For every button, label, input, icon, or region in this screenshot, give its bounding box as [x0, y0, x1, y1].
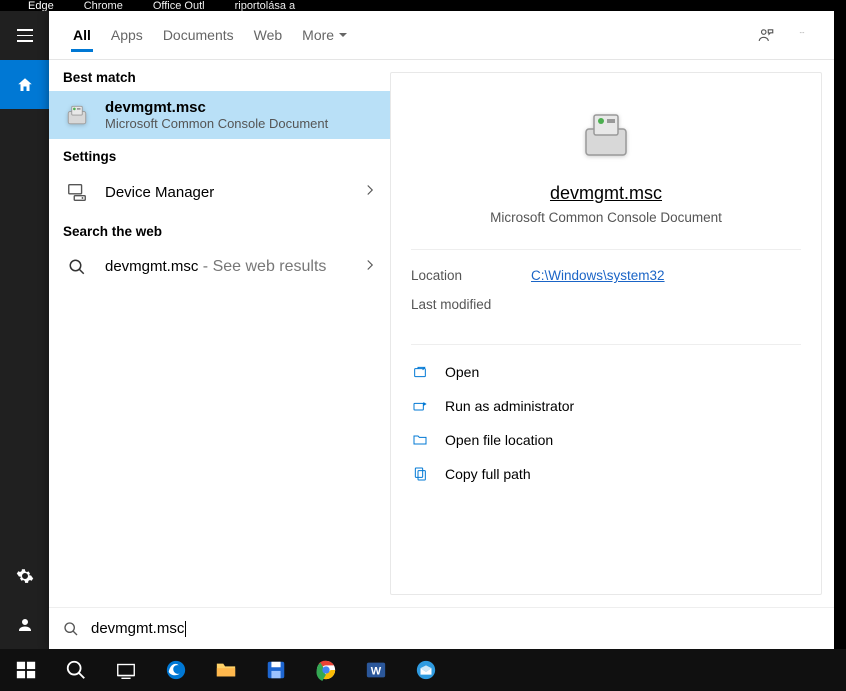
results-list: Best match devmgmt.msc Microsoft Common … [49, 60, 390, 607]
search-icon [65, 659, 87, 681]
tab-web[interactable]: Web [244, 11, 293, 60]
action-runas-label: Run as administrator [445, 398, 574, 414]
shield-icon [411, 397, 429, 415]
detail-metadata: Location C:\Windows\system32 Last modifi… [411, 250, 801, 345]
chevron-right-icon [366, 258, 376, 276]
detail-subtitle: Microsoft Common Console Document [490, 210, 722, 225]
best-match-result[interactable]: devmgmt.msc Microsoft Common Console Doc… [49, 91, 390, 139]
thunderbird-icon [415, 659, 437, 681]
taskbar-app-save[interactable] [254, 649, 298, 691]
person-feedback-icon [757, 26, 775, 44]
open-icon [411, 363, 429, 381]
msc-file-icon [63, 101, 91, 129]
action-open-label: Open [445, 364, 479, 380]
tab-apps[interactable]: Apps [101, 11, 153, 60]
action-open-file-location[interactable]: Open file location [411, 423, 801, 457]
gear-icon [16, 567, 34, 585]
tab-all[interactable]: All [63, 11, 101, 60]
action-openloc-label: Open file location [445, 432, 553, 448]
meta-location-label: Location [411, 268, 501, 283]
sidebar-user-button[interactable] [0, 600, 49, 649]
action-copy-full-path[interactable]: Copy full path [411, 457, 801, 491]
filter-tabs-bar: All Apps Documents Web More [49, 11, 834, 60]
best-match-title: devmgmt.msc [105, 99, 376, 116]
sidebar-settings-button[interactable] [0, 551, 49, 600]
detail-pane: devmgmt.msc Microsoft Common Console Doc… [390, 72, 822, 595]
action-run-as-admin[interactable]: Run as administrator [411, 389, 801, 423]
search-results-panel: All Apps Documents Web More Best match d… [49, 11, 834, 649]
taskbar-app-chrome[interactable] [304, 649, 348, 691]
folder-icon [215, 659, 237, 681]
taskbar-app-word[interactable]: W [354, 649, 398, 691]
search-input[interactable]: devmgmt.msc [91, 620, 820, 637]
folder-icon [411, 431, 429, 449]
ellipsis-icon [793, 32, 811, 38]
taskbar-app-explorer[interactable] [204, 649, 248, 691]
options-button[interactable] [784, 32, 820, 38]
search-box[interactable]: devmgmt.msc [49, 607, 834, 649]
windows-icon [15, 659, 37, 681]
home-icon [16, 76, 34, 94]
feedback-button[interactable] [748, 26, 784, 44]
hamburger-icon [17, 29, 33, 42]
section-search-web: Search the web [49, 214, 390, 245]
search-icon [63, 621, 79, 637]
chevron-down-icon [338, 30, 348, 40]
taskbar-app-edge[interactable] [154, 649, 198, 691]
action-open[interactable]: Open [411, 355, 801, 389]
taskbar-app-thunderbird[interactable] [404, 649, 448, 691]
detail-actions: Open Run as administrator Open file loca… [411, 345, 801, 491]
tab-more[interactable]: More [292, 11, 358, 60]
start-button[interactable] [4, 649, 48, 691]
taskbar: W [0, 649, 846, 691]
web-result-suffix: - See web results [198, 258, 326, 275]
task-view-button[interactable] [104, 649, 148, 691]
taskbar-search-button[interactable] [54, 649, 98, 691]
meta-location-value[interactable]: C:\Windows\system32 [531, 268, 665, 283]
chrome-icon [315, 659, 337, 681]
device-manager-icon [63, 178, 91, 206]
word-icon: W [365, 659, 387, 681]
settings-result-device-manager[interactable]: Device Manager [49, 170, 390, 214]
start-menu-sidebar [0, 11, 49, 649]
copy-icon [411, 465, 429, 483]
section-settings: Settings [49, 139, 390, 170]
floppy-icon [265, 659, 287, 681]
detail-title[interactable]: devmgmt.msc [550, 183, 662, 204]
svg-text:W: W [371, 666, 382, 678]
action-copypath-label: Copy full path [445, 466, 531, 482]
search-icon [63, 253, 91, 281]
detail-file-icon [574, 103, 638, 167]
section-best-match: Best match [49, 60, 390, 91]
settings-result-title: Device Manager [105, 184, 352, 201]
chevron-right-icon [366, 183, 376, 201]
meta-modified-label: Last modified [411, 297, 501, 312]
web-result[interactable]: devmgmt.msc - See web results [49, 245, 390, 289]
user-icon [16, 616, 34, 634]
tab-documents[interactable]: Documents [153, 11, 244, 60]
best-match-subtitle: Microsoft Common Console Document [105, 116, 376, 131]
web-result-title: devmgmt.msc [105, 258, 198, 275]
menu-expand-button[interactable] [0, 11, 49, 60]
tab-more-label: More [302, 27, 334, 43]
edge-icon [165, 659, 187, 681]
sidebar-home-button[interactable] [0, 60, 49, 109]
task-view-icon [115, 659, 137, 681]
